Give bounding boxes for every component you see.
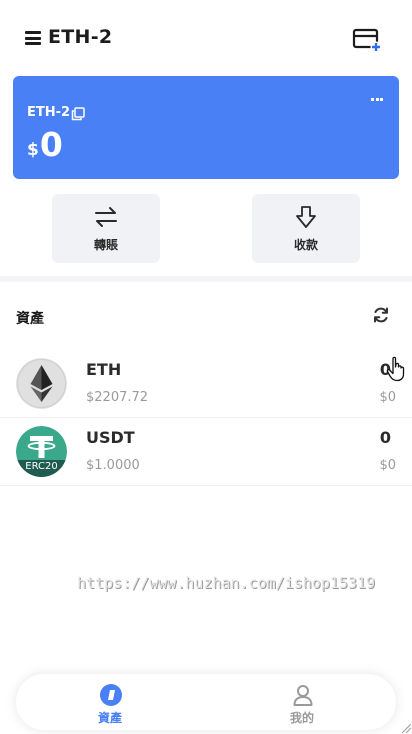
- receive-label: 收款: [293, 238, 318, 252]
- profile-nav-icon: [293, 685, 313, 706]
- card-wallet-name: ETH-2: [27, 105, 71, 120]
- transfer-button[interactable]: 轉賬: [52, 194, 160, 263]
- token-symbol: USDT: [86, 428, 135, 447]
- copy-icon[interactable]: [71, 107, 85, 121]
- nav-item-assets[interactable]: 資產: [50, 674, 170, 730]
- nav-label-mine: 我的: [289, 711, 314, 725]
- section-divider: [0, 276, 412, 282]
- download-arrow-icon: [296, 206, 316, 228]
- token-symbol: ETH: [86, 360, 122, 379]
- app-header: ETH-2: [0, 0, 412, 76]
- resize-handle-icon[interactable]: [400, 722, 412, 734]
- token-price: $2207.72: [86, 390, 149, 405]
- hand-cursor-icon: [386, 356, 405, 382]
- swap-arrows-icon: [95, 207, 117, 227]
- token-price: $1.0000: [86, 458, 140, 473]
- watermark-text: https://www.huzhan.com/ishop15319: [77, 574, 376, 592]
- asset-row-usdt[interactable]: ERC20 USDT $1.0000 0 $0: [0, 418, 412, 486]
- bottom-nav: 資產 我的: [16, 674, 396, 730]
- token-value: $0: [379, 390, 396, 405]
- add-wallet-card-icon[interactable]: [352, 27, 382, 53]
- transfer-label: 轉賬: [93, 238, 118, 252]
- more-dots-icon[interactable]: [371, 86, 385, 101]
- wallet-title[interactable]: ETH-2: [48, 26, 112, 48]
- balance-card[interactable]: ETH-2 $ 0: [13, 76, 399, 179]
- refresh-icon[interactable]: [372, 306, 390, 324]
- card-balance: $ 0: [27, 126, 63, 164]
- ethereum-logo: [16, 358, 67, 409]
- nav-label-assets: 資產: [97, 711, 122, 725]
- asset-row-eth[interactable]: ETH $2207.72 0 $0: [0, 350, 412, 418]
- balance-amount: 0: [39, 125, 63, 164]
- assets-nav-icon: [100, 684, 122, 706]
- erc20-badge: ERC20: [25, 461, 58, 472]
- currency-symbol: $: [27, 140, 39, 160]
- hamburger-menu-icon[interactable]: [25, 31, 41, 45]
- token-value: $0: [379, 458, 396, 473]
- nav-item-mine[interactable]: 我的: [242, 674, 362, 730]
- token-quantity: 0: [379, 428, 391, 447]
- receive-button[interactable]: 收款: [252, 194, 360, 263]
- assets-title: 資產: [16, 311, 44, 327]
